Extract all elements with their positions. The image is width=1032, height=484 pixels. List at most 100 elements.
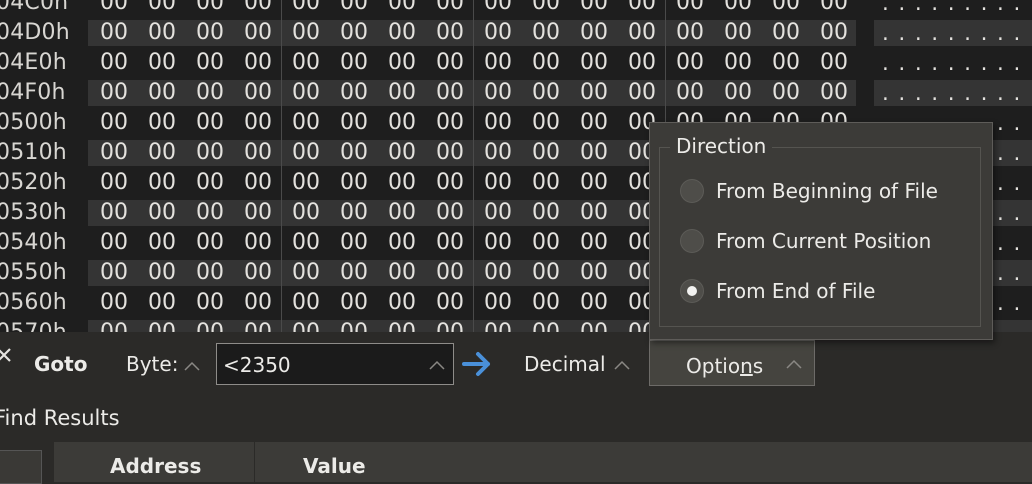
hex-byte[interactable]: 00 bbox=[142, 228, 182, 258]
hex-byte[interactable]: 00 bbox=[574, 18, 614, 48]
hex-byte[interactable]: 00 bbox=[526, 48, 566, 78]
hex-byte[interactable]: 00 bbox=[286, 78, 326, 108]
hex-byte[interactable]: 00 bbox=[142, 78, 182, 108]
hex-byte[interactable]: 00 bbox=[190, 138, 230, 168]
hex-byte[interactable]: 00 bbox=[142, 18, 182, 48]
hex-byte[interactable]: 00 bbox=[286, 198, 326, 228]
ascii-text[interactable]: ........... bbox=[880, 0, 1032, 18]
hex-byte[interactable]: 00 bbox=[430, 198, 470, 228]
hex-byte[interactable]: 00 bbox=[574, 0, 614, 18]
hex-byte[interactable]: 00 bbox=[814, 18, 854, 48]
hex-byte[interactable]: 00 bbox=[574, 48, 614, 78]
hex-byte[interactable]: 00 bbox=[478, 138, 518, 168]
hex-byte[interactable]: 00 bbox=[94, 288, 134, 318]
hex-byte[interactable]: 00 bbox=[142, 288, 182, 318]
hex-byte[interactable]: 00 bbox=[286, 258, 326, 288]
hex-byte[interactable]: 00 bbox=[142, 318, 182, 332]
hex-byte[interactable]: 00 bbox=[622, 0, 662, 18]
hex-byte[interactable]: 00 bbox=[382, 228, 422, 258]
hex-byte[interactable]: 00 bbox=[526, 318, 566, 332]
hex-byte[interactable]: 00 bbox=[574, 168, 614, 198]
hex-byte[interactable]: 00 bbox=[142, 258, 182, 288]
hex-byte[interactable]: 00 bbox=[190, 258, 230, 288]
hex-byte[interactable]: 00 bbox=[190, 78, 230, 108]
hex-byte[interactable]: 00 bbox=[142, 48, 182, 78]
hex-byte[interactable]: 00 bbox=[334, 138, 374, 168]
hex-byte[interactable]: 00 bbox=[478, 288, 518, 318]
hex-byte[interactable]: 00 bbox=[94, 18, 134, 48]
hex-byte[interactable]: 00 bbox=[286, 138, 326, 168]
hex-byte[interactable]: 00 bbox=[430, 108, 470, 138]
close-icon[interactable] bbox=[0, 345, 14, 365]
hex-byte[interactable]: 00 bbox=[766, 48, 806, 78]
hex-byte[interactable]: 00 bbox=[382, 18, 422, 48]
hex-byte[interactable]: 00 bbox=[286, 168, 326, 198]
hex-byte[interactable]: 00 bbox=[142, 168, 182, 198]
ascii-text[interactable]: ........... bbox=[880, 48, 1032, 78]
hex-byte[interactable]: 00 bbox=[430, 138, 470, 168]
hex-byte[interactable]: 00 bbox=[478, 0, 518, 18]
hex-byte[interactable]: 00 bbox=[718, 78, 758, 108]
hex-byte[interactable]: 00 bbox=[430, 78, 470, 108]
hex-byte[interactable]: 00 bbox=[478, 78, 518, 108]
results-header-corner[interactable] bbox=[0, 450, 42, 484]
hex-byte[interactable]: 00 bbox=[670, 78, 710, 108]
hex-byte[interactable]: 00 bbox=[670, 48, 710, 78]
hex-byte[interactable]: 00 bbox=[382, 258, 422, 288]
hex-byte[interactable]: 00 bbox=[190, 318, 230, 332]
hex-byte[interactable]: 00 bbox=[478, 198, 518, 228]
hex-byte[interactable]: 00 bbox=[382, 138, 422, 168]
hex-byte[interactable]: 00 bbox=[286, 48, 326, 78]
hex-byte[interactable]: 00 bbox=[334, 108, 374, 138]
hex-byte[interactable]: 00 bbox=[382, 78, 422, 108]
hex-byte[interactable]: 00 bbox=[334, 258, 374, 288]
hex-byte[interactable]: 00 bbox=[94, 258, 134, 288]
goto-input[interactable]: <2350 bbox=[216, 343, 454, 385]
hex-byte[interactable]: 00 bbox=[382, 168, 422, 198]
hex-byte[interactable]: 00 bbox=[286, 288, 326, 318]
hex-byte[interactable]: 00 bbox=[478, 318, 518, 332]
hex-byte[interactable]: 00 bbox=[574, 198, 614, 228]
hex-byte[interactable]: 00 bbox=[238, 108, 278, 138]
hex-byte[interactable]: 00 bbox=[142, 0, 182, 18]
hex-byte[interactable]: 00 bbox=[334, 318, 374, 332]
decimal-label[interactable]: Decimal bbox=[524, 352, 606, 376]
hex-byte[interactable]: 00 bbox=[382, 108, 422, 138]
hex-byte[interactable]: 00 bbox=[286, 318, 326, 332]
hex-byte[interactable]: 00 bbox=[94, 0, 134, 18]
radio-label[interactable]: From Current Position bbox=[716, 229, 931, 253]
hex-byte[interactable]: 00 bbox=[718, 0, 758, 18]
hex-byte[interactable]: 00 bbox=[238, 18, 278, 48]
hex-byte[interactable]: 00 bbox=[238, 168, 278, 198]
radio-label[interactable]: From Beginning of File bbox=[716, 179, 938, 203]
hex-byte[interactable]: 00 bbox=[142, 138, 182, 168]
hex-byte[interactable]: 00 bbox=[526, 228, 566, 258]
hex-byte[interactable]: 00 bbox=[574, 228, 614, 258]
goto-input-value[interactable]: <2350 bbox=[223, 353, 291, 377]
hex-byte[interactable]: 00 bbox=[382, 318, 422, 332]
hex-byte[interactable]: 00 bbox=[430, 258, 470, 288]
hex-byte[interactable]: 00 bbox=[526, 0, 566, 18]
hex-byte[interactable]: 00 bbox=[430, 18, 470, 48]
hex-byte[interactable]: 00 bbox=[238, 48, 278, 78]
hex-byte[interactable]: 00 bbox=[94, 168, 134, 198]
hex-byte[interactable]: 00 bbox=[190, 18, 230, 48]
hex-byte[interactable]: 00 bbox=[478, 168, 518, 198]
hex-byte[interactable]: 00 bbox=[670, 18, 710, 48]
hex-byte[interactable]: 00 bbox=[526, 168, 566, 198]
hex-byte[interactable]: 00 bbox=[430, 0, 470, 18]
hex-byte[interactable]: 00 bbox=[238, 288, 278, 318]
hex-byte[interactable]: 00 bbox=[190, 168, 230, 198]
hex-byte[interactable]: 00 bbox=[526, 258, 566, 288]
hex-byte[interactable]: 00 bbox=[478, 48, 518, 78]
hex-byte[interactable]: 00 bbox=[478, 258, 518, 288]
hex-byte[interactable]: 00 bbox=[574, 318, 614, 332]
hex-byte[interactable]: 00 bbox=[94, 318, 134, 332]
hex-byte[interactable]: 00 bbox=[766, 18, 806, 48]
column-header-value[interactable]: Value bbox=[254, 442, 1032, 482]
hex-byte[interactable]: 00 bbox=[238, 228, 278, 258]
hex-byte[interactable]: 00 bbox=[238, 0, 278, 18]
hex-byte[interactable]: 00 bbox=[430, 168, 470, 198]
hex-byte[interactable]: 00 bbox=[430, 228, 470, 258]
hex-byte[interactable]: 00 bbox=[382, 0, 422, 18]
